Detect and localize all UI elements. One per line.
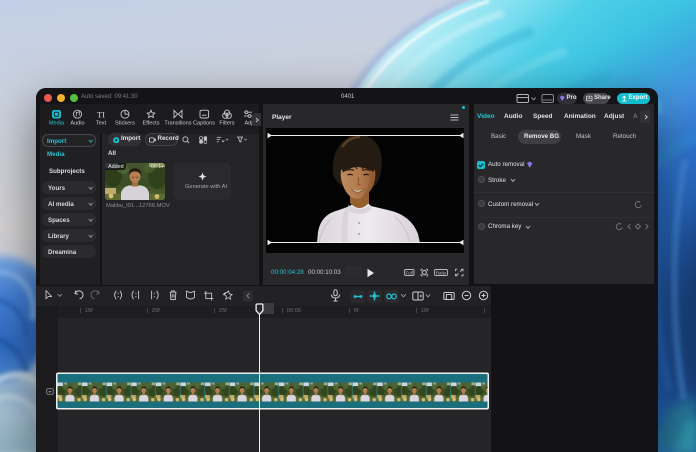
svg-text:Full: Full <box>405 270 412 275</box>
svg-text:Text: Text <box>96 121 107 127</box>
svg-text:Filters: Filters <box>219 121 234 127</box>
svg-text:Captions: Captions <box>193 121 215 127</box>
svg-text:Stickers: Stickers <box>115 121 135 127</box>
svg-text:Effects: Effects <box>143 121 160 127</box>
svg-text:Ratio: Ratio <box>436 270 447 275</box>
svg-text:Media: Media <box>49 121 65 127</box>
svg-text:TI: TI <box>97 110 105 120</box>
svg-text:Audio: Audio <box>70 121 84 127</box>
svg-text:Transitions: Transitions <box>164 121 191 127</box>
